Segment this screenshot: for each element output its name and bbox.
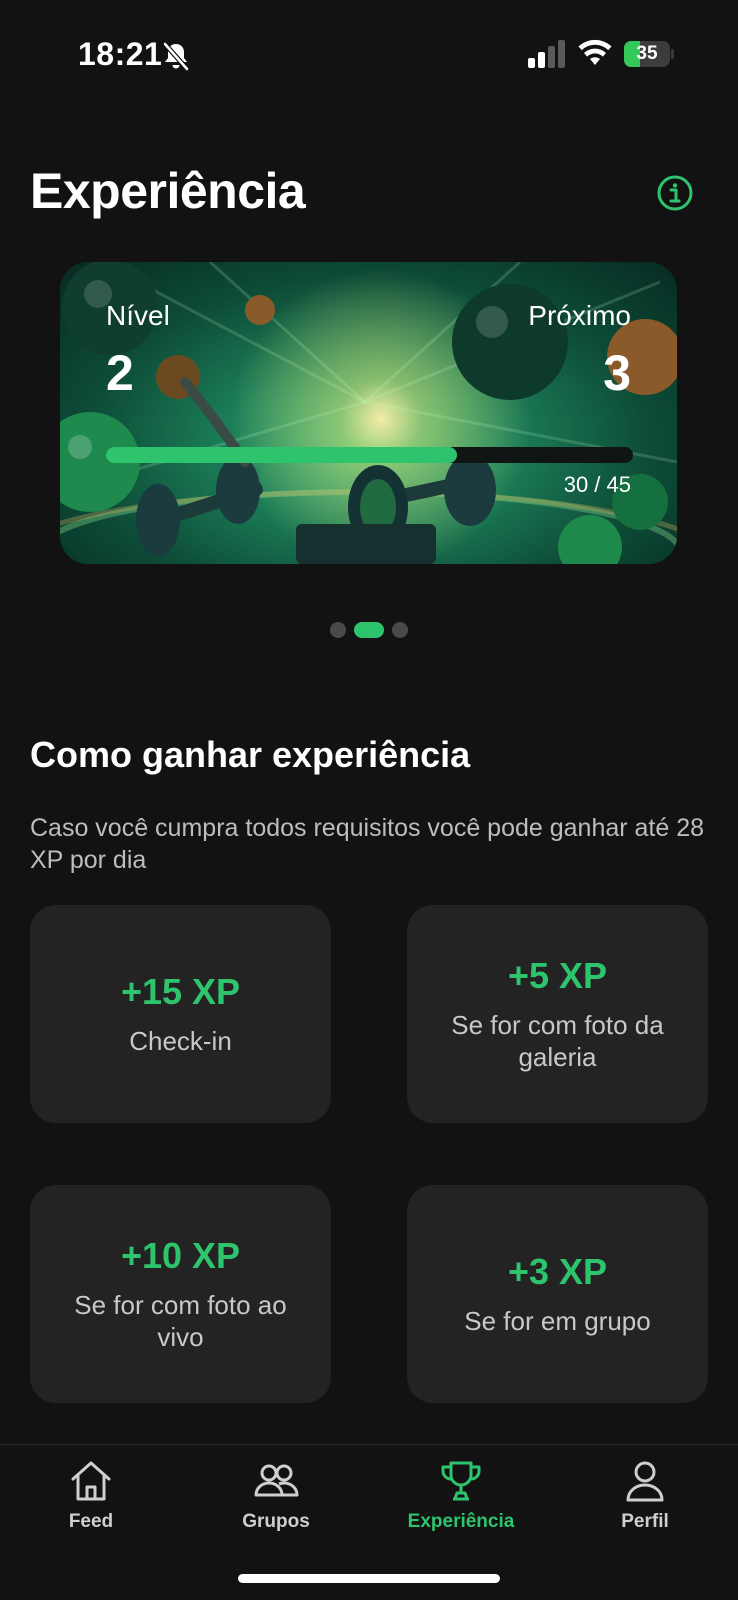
next-level-label: Próximo <box>528 300 631 331</box>
nav-item-feed[interactable]: Feed <box>11 1457 171 1547</box>
xp-value: +15 XP <box>120 971 241 1012</box>
info-circle-icon <box>657 175 693 211</box>
xp-progress-bar <box>106 447 633 463</box>
status-time: 18:21 <box>78 36 163 72</box>
xp-progress-fill <box>106 447 458 463</box>
battery-level: 35 <box>636 43 658 64</box>
xp-description: Se for com foto ao vivo <box>74 1290 287 1352</box>
status-bar: 18:21 35 <box>0 0 738 110</box>
section-title: Como ganhar experiência <box>30 734 471 775</box>
trophy-icon <box>441 1461 481 1501</box>
xp-card-gallery-photo[interactable]: +5 XP Se for com foto da galeria <box>407 905 708 1123</box>
nav-item-experiencia[interactable]: Experiência <box>381 1457 541 1547</box>
pager-dot[interactable] <box>392 622 408 638</box>
home-indicator[interactable] <box>238 1574 500 1583</box>
next-level-value: 3 <box>603 345 631 401</box>
xp-description: Se for em grupo <box>464 1306 651 1336</box>
xp-card-group[interactable]: +3 XP Se for em grupo <box>407 1185 708 1403</box>
xp-progress-text: 30 / 45 <box>563 472 631 497</box>
user-icon <box>626 1461 664 1502</box>
xp-value: +10 XP <box>120 1235 241 1276</box>
xp-value: +5 XP <box>507 955 608 996</box>
current-level-label: Nível <box>106 300 170 331</box>
nav-label-perfil: Perfil <box>621 1511 669 1532</box>
bell-slash-icon <box>163 42 189 71</box>
xp-value: +3 XP <box>507 1251 608 1292</box>
nav-label-feed: Feed <box>68 1511 114 1532</box>
section-description: Caso você cumpra todos requisitos você p… <box>30 814 705 874</box>
battery-charging-icon: 35 <box>624 41 674 67</box>
users-icon <box>254 1464 299 1497</box>
home-icon <box>71 1461 111 1501</box>
pager-dot[interactable] <box>330 622 346 638</box>
nav-item-grupos[interactable]: Grupos <box>196 1457 356 1547</box>
xp-description: Check-in <box>129 1026 232 1056</box>
carousel-pager <box>0 622 738 640</box>
xp-description: Se for com foto da galeria <box>451 1010 664 1072</box>
xp-card-live-photo[interactable]: +10 XP Se for com foto ao vivo <box>30 1185 331 1403</box>
xp-card-check-in[interactable]: +15 XP Check-in <box>30 905 331 1123</box>
page-title: Experiência <box>30 163 306 219</box>
info-button[interactable] <box>656 174 694 212</box>
nav-label-experiencia: Experiência <box>407 1511 515 1532</box>
wifi-icon <box>578 39 612 65</box>
pager-dot-active[interactable] <box>354 622 384 638</box>
nav-item-perfil[interactable]: Perfil <box>565 1457 725 1547</box>
current-level-value: 2 <box>106 345 134 401</box>
cellular-signal-icon <box>528 40 565 68</box>
level-card[interactable]: Nível 2 Próximo 3 30 / 45 <box>60 262 677 564</box>
nav-label-grupos: Grupos <box>242 1511 310 1532</box>
